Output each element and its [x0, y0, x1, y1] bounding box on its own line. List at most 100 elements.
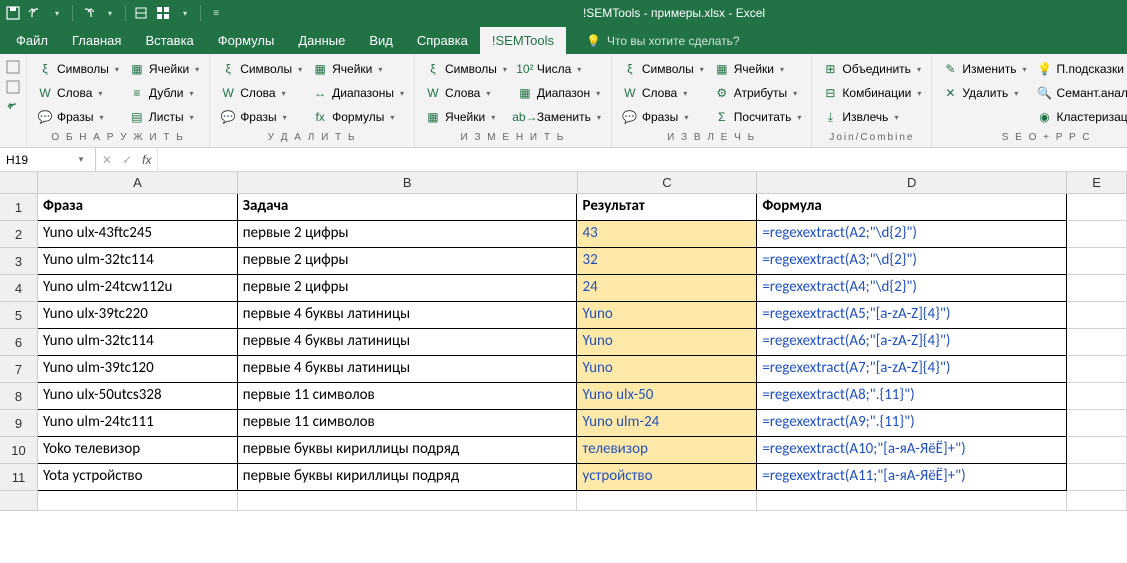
name-box-input[interactable] [0, 153, 72, 167]
cell[interactable]: Yuno [577, 302, 757, 329]
cell[interactable] [38, 491, 238, 511]
cell[interactable]: Yuno [577, 356, 757, 383]
cell[interactable] [757, 491, 1067, 511]
row-header[interactable] [0, 491, 38, 511]
ribbon-комбинации-button[interactable]: ⊟Комбинации▾ [818, 82, 925, 104]
cell[interactable]: первые 11 символов [238, 410, 578, 437]
cancel-icon[interactable]: ✕ [102, 153, 112, 167]
ribbon-формулы-button[interactable]: fxФормулы▾ [308, 106, 408, 128]
ribbon-слова-button[interactable]: WСлова▾ [421, 82, 511, 104]
undo-icon[interactable] [26, 4, 44, 22]
row-header[interactable]: 4 [0, 275, 38, 302]
row-header[interactable]: 2 [0, 221, 38, 248]
cell[interactable]: =regexextract(A3;"\d{2}") [757, 248, 1067, 275]
cell[interactable] [577, 491, 757, 511]
ribbon-диапазон-button[interactable]: ▦Диапазон▾ [513, 82, 605, 104]
cell[interactable] [1067, 329, 1127, 356]
dropdown-icon[interactable]: ▾ [101, 4, 119, 22]
cell[interactable]: Yuno ulm-39tc120 [38, 356, 238, 383]
cell[interactable]: 32 [577, 248, 757, 275]
ribbon-диапазоны-button[interactable]: ↔Диапазоны▾ [308, 82, 408, 104]
cell[interactable] [1067, 356, 1127, 383]
cell[interactable]: =regexextract(A2;"\d{2}") [757, 221, 1067, 248]
ribbon-кластеризация-button[interactable]: ◉Кластеризация▾ [1033, 106, 1127, 128]
cell[interactable]: первые 2 цифры [238, 248, 578, 275]
cell[interactable]: первые буквы кириллицы подряд [238, 437, 578, 464]
cell[interactable]: Yoko телевизор [38, 437, 238, 464]
ribbon-дубли-button[interactable]: ≡Дубли▾ [125, 82, 203, 104]
cell[interactable]: 43 [577, 221, 757, 248]
row-header[interactable]: 6 [0, 329, 38, 356]
cell[interactable]: Yuno [577, 329, 757, 356]
cell[interactable]: Yuno ulm-32tc114 [38, 248, 238, 275]
cell[interactable]: первые 2 цифры [238, 275, 578, 302]
ribbon-слова-button[interactable]: WСлова▾ [618, 82, 708, 104]
checkbox-icon[interactable] [4, 78, 22, 96]
tab-главная[interactable]: Главная [60, 27, 133, 54]
cell[interactable]: =regexextract(A8;".{11}") [757, 383, 1067, 410]
col-header-E[interactable]: E [1067, 172, 1127, 194]
cell[interactable]: Yuno ulm-24tcw112u [38, 275, 238, 302]
ribbon-слова-button[interactable]: WСлова▾ [216, 82, 306, 104]
cell[interactable] [1067, 491, 1127, 511]
cell[interactable]: Yuno ulx-50 [577, 383, 757, 410]
tab-файл[interactable]: Файл [4, 27, 60, 54]
checkbox-icon[interactable] [4, 58, 22, 76]
ribbon-фразы-button[interactable]: 💬Фразы▾ [216, 106, 306, 128]
ribbon-извлечь-button[interactable]: ⤓Извлечь▾ [818, 106, 925, 128]
cell[interactable] [1067, 410, 1127, 437]
cell[interactable]: Yuno ulm-24 [577, 410, 757, 437]
cell[interactable]: первые 4 буквы латиницы [238, 329, 578, 356]
cell[interactable]: Формула [757, 194, 1067, 221]
redo-icon[interactable] [79, 4, 97, 22]
name-box-dropdown-icon[interactable]: ▾ [72, 154, 90, 165]
cell[interactable]: Yota устройство [38, 464, 238, 491]
tab-!semtools[interactable]: !SEMTools [480, 27, 566, 54]
ribbon-ячейки-button[interactable]: ▦Ячейки▾ [421, 106, 511, 128]
row-header[interactable]: 5 [0, 302, 38, 329]
cell[interactable]: =regexextract(A4;"\d{2}") [757, 275, 1067, 302]
tab-формулы[interactable]: Формулы [206, 27, 287, 54]
confirm-icon[interactable]: ✓ [122, 153, 132, 167]
select-all-corner[interactable] [0, 172, 38, 194]
ribbon-удалить-button[interactable]: ✕Удалить▾ [938, 82, 1030, 104]
cell[interactable]: первые 2 цифры [238, 221, 578, 248]
undo-ribbon-icon[interactable] [4, 98, 22, 116]
cell[interactable] [1067, 437, 1127, 464]
cell[interactable]: Результат [577, 194, 757, 221]
ribbon-фразы-button[interactable]: 💬Фразы▾ [33, 106, 123, 128]
cell[interactable]: =regexextract(A10;"[а-яА-ЯёЁ]+") [757, 437, 1067, 464]
cell[interactable]: Yuno ulm-24tc111 [38, 410, 238, 437]
cell[interactable]: Фраза [38, 194, 238, 221]
row-header[interactable]: 11 [0, 464, 38, 491]
cell[interactable]: первые 4 буквы латиницы [238, 302, 578, 329]
cell[interactable]: =regexextract(A6;"[a-zA-Z]{4}") [757, 329, 1067, 356]
save-icon[interactable] [4, 4, 22, 22]
ribbon-символы-button[interactable]: ξСимволы▾ [618, 58, 708, 80]
row-header[interactable]: 8 [0, 383, 38, 410]
ribbon-ячейки-button[interactable]: ▦Ячейки▾ [308, 58, 408, 80]
col-header-D[interactable]: D [757, 172, 1067, 194]
cell[interactable]: первые буквы кириллицы подряд [238, 464, 578, 491]
ribbon-ячейки-button[interactable]: ▦Ячейки▾ [125, 58, 203, 80]
cell[interactable]: =regexextract(A11;"[а-яА-ЯёЁ]+") [757, 464, 1067, 491]
row-header[interactable]: 1 [0, 194, 38, 221]
tab-данные[interactable]: Данные [286, 27, 357, 54]
dropdown-icon[interactable]: ▾ [48, 4, 66, 22]
qat-tool-icon[interactable] [132, 4, 150, 22]
cell[interactable] [1067, 275, 1127, 302]
ribbon-объединить-button[interactable]: ⊞Объединить▾ [818, 58, 925, 80]
ribbon-символы-button[interactable]: ξСимволы▾ [421, 58, 511, 80]
cell[interactable]: =regexextract(A9;".{11}") [757, 410, 1067, 437]
ribbon-атрибуты-button[interactable]: ⚙Атрибуты▾ [710, 82, 806, 104]
cell[interactable]: =regexextract(A7;"[a-zA-Z]{4}") [757, 356, 1067, 383]
tell-me-search[interactable]: 💡 Что вы хотите сделать? [578, 28, 748, 54]
col-header-C[interactable]: C [578, 172, 758, 194]
tab-вид[interactable]: Вид [357, 27, 405, 54]
qat-tool-icon[interactable] [154, 4, 172, 22]
cell[interactable] [1067, 221, 1127, 248]
cell[interactable]: первые 11 символов [238, 383, 578, 410]
ribbon-фразы-button[interactable]: 💬Фразы▾ [618, 106, 708, 128]
cell[interactable] [1067, 194, 1127, 221]
cell[interactable]: 24 [577, 275, 757, 302]
